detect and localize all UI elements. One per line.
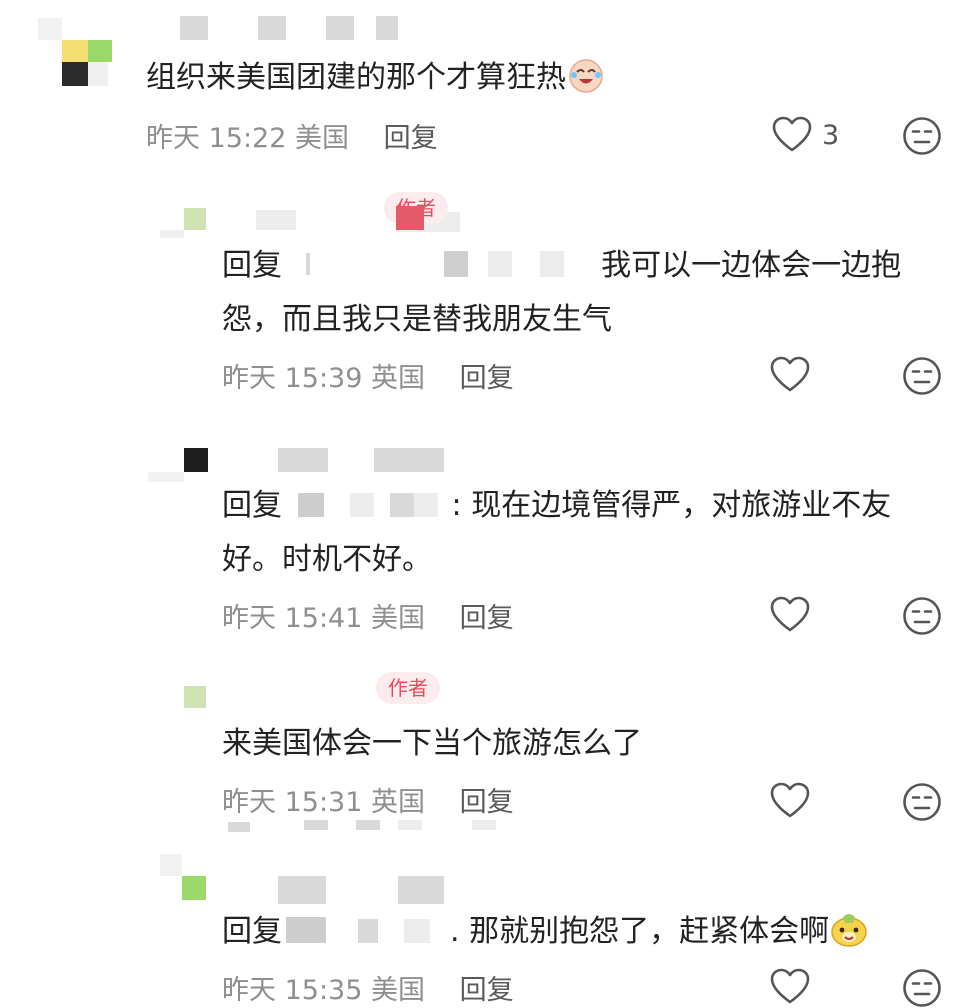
like-count: 3 xyxy=(822,120,840,151)
reply-prefix: 回复 xyxy=(222,914,282,949)
hidden-replies-blurred[interactable] xyxy=(228,820,528,832)
mentioned-user-blurred[interactable] xyxy=(292,249,592,279)
avatar[interactable] xyxy=(148,444,212,494)
timestamp: 昨天 15:31 xyxy=(222,787,363,818)
username-blurred[interactable] xyxy=(180,16,410,42)
badge-blur xyxy=(396,206,424,230)
laughing-crying-emoji-icon xyxy=(566,55,606,95)
username-blurred[interactable] xyxy=(278,876,478,904)
comment-text-line1: 我可以一边体会一边抱 xyxy=(601,248,902,283)
timestamp: 昨天 15:22 xyxy=(146,123,287,154)
meh-face-icon[interactable] xyxy=(902,968,942,1008)
comment-meta: 昨天 15:39 英国 回复 xyxy=(222,356,514,395)
timestamp: 昨天 15:35 xyxy=(222,975,363,1006)
comment-text: 来美国体会一下当个旅游怎么了 xyxy=(222,726,642,761)
mentioned-user-blurred[interactable] xyxy=(292,489,452,519)
comment-meta: 昨天 15:35 美国 回复 xyxy=(222,968,514,1007)
comment-4: 作者 来美国体会一下当个旅游怎么了 昨天 15:31 英国 回复 xyxy=(0,660,976,840)
heart-outline-icon[interactable] xyxy=(770,596,810,634)
comment-text: 回复 : 现在边境管得严，对旅游业不友 xyxy=(222,480,891,532)
reply-button[interactable]: 回复 xyxy=(460,363,514,394)
comment-text-line1: : 现在边境管得严，对旅游业不友 xyxy=(451,488,892,523)
comment-2: 作者 回复 我可以一边体会一边抱 怨，而且我只是替我朋友生气 昨天 15:39 … xyxy=(0,180,976,410)
region: 英国 xyxy=(371,363,425,394)
avatar[interactable] xyxy=(180,682,210,712)
reply-prefix: 回复 xyxy=(222,488,282,523)
heart-outline-icon[interactable] xyxy=(770,356,810,394)
region: 英国 xyxy=(371,787,425,818)
region: 美国 xyxy=(295,123,349,154)
comment-1: 组织来美国团建的那个才算狂热 昨天 15:22 美国 回复 3 xyxy=(0,0,976,170)
timestamp: 昨天 15:39 xyxy=(222,363,363,394)
comment-3: 回复 : 现在边境管得严，对旅游业不友 好。时机不好。 昨天 15:41 美国 … xyxy=(0,420,976,650)
comment-text: 回复 . 那就别抱怨了，赶紧体会啊 xyxy=(222,906,869,958)
meh-face-icon[interactable] xyxy=(902,116,942,156)
region: 美国 xyxy=(371,603,425,634)
heart-outline-icon[interactable] xyxy=(770,968,810,1006)
comment-5: 回复 . 那就别抱怨了，赶紧体会啊 昨天 15:35 美国 回复 xyxy=(0,850,976,1007)
username-blurred[interactable] xyxy=(270,444,470,472)
comment-text-content: . 那就别抱怨了，赶紧体会啊 xyxy=(450,914,830,949)
timestamp: 昨天 15:41 xyxy=(222,603,363,634)
reply-button[interactable]: 回复 xyxy=(384,123,438,154)
comment-meta: 昨天 15:22 美国 回复 xyxy=(146,116,438,155)
smiling-dog-emoji-icon xyxy=(829,909,869,949)
reply-button[interactable]: 回复 xyxy=(460,787,514,818)
reply-button[interactable]: 回复 xyxy=(460,975,514,1006)
avatar[interactable] xyxy=(38,18,118,90)
comment-text: 组织来美国团建的那个才算狂热 xyxy=(146,52,606,104)
reply-prefix: 回复 xyxy=(222,248,282,283)
comment-text-line2: 好。时机不好。 xyxy=(222,542,432,577)
comment-text-line2: 怨，而且我只是替我朋友生气 xyxy=(222,302,612,337)
meh-face-icon[interactable] xyxy=(902,782,942,822)
heart-outline-icon[interactable] xyxy=(772,116,812,154)
comment-meta: 昨天 15:41 美国 回复 xyxy=(222,596,514,635)
reply-button[interactable]: 回复 xyxy=(460,603,514,634)
meh-face-icon[interactable] xyxy=(902,356,942,396)
avatar[interactable] xyxy=(160,202,210,242)
region: 美国 xyxy=(371,975,425,1006)
comment-text: 回复 我可以一边体会一边抱 xyxy=(222,240,901,292)
comment-meta: 昨天 15:31 英国 回复 xyxy=(222,780,514,819)
comment-text-content: 组织来美国团建的那个才算狂热 xyxy=(146,60,566,95)
mentioned-user-blurred[interactable] xyxy=(282,915,450,945)
avatar[interactable] xyxy=(160,850,216,906)
heart-outline-icon[interactable] xyxy=(770,782,810,820)
meh-face-icon[interactable] xyxy=(902,596,942,636)
author-badge: 作者 xyxy=(376,672,440,704)
